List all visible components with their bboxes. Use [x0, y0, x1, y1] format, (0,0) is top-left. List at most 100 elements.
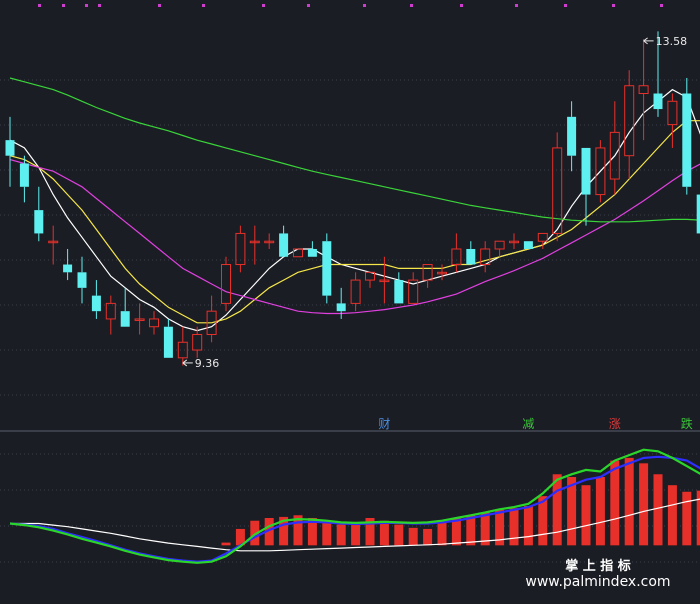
candle-body: [653, 93, 663, 110]
candle: [567, 101, 577, 172]
main-panel-grid: [0, 79, 700, 396]
top-marker: [410, 4, 413, 7]
candle: [379, 256, 390, 304]
event-tag: 财: [378, 417, 390, 431]
top-marker: [98, 4, 101, 7]
indicator-bar: [423, 528, 433, 546]
candle: [667, 93, 678, 148]
candle: [307, 241, 317, 257]
annotation-label: 9.36: [195, 357, 220, 370]
candle-body: [451, 248, 462, 266]
candle: [134, 303, 145, 335]
candle: [105, 295, 116, 335]
top-marker: [660, 4, 663, 7]
candle: [394, 272, 404, 304]
candle: [63, 248, 73, 281]
ma-line: [9, 77, 700, 223]
watermark-line2: www.palmindex.com: [525, 574, 670, 590]
indicator-bar: [509, 508, 519, 546]
top-marker: [85, 4, 88, 7]
candle: [322, 233, 332, 304]
candle-body: [466, 248, 476, 265]
candle-body: [523, 241, 533, 249]
indicator-bar: [408, 527, 418, 546]
candle-body: [350, 279, 361, 304]
candle: [537, 232, 548, 249]
top-marker: [515, 4, 518, 7]
candle: [279, 225, 289, 257]
top-marker: [202, 4, 205, 7]
indicator-bar: [466, 515, 476, 546]
candle: [408, 272, 419, 304]
top-marker: [564, 4, 567, 7]
price-annotations: 13.58 9.36: [182, 35, 688, 370]
candle-body: [163, 326, 173, 358]
candle-body: [667, 100, 678, 126]
candle-body: [567, 116, 577, 156]
top-marker: [262, 4, 265, 7]
indicator-bar: [351, 523, 361, 546]
annotation-label: 13.58: [656, 35, 688, 48]
indicator-bar: [394, 524, 404, 546]
candle-body: [394, 280, 404, 304]
top-marker: [363, 4, 366, 7]
top-marker: [158, 4, 161, 7]
candle-body: [5, 140, 15, 156]
indicator-bar: [322, 522, 332, 546]
event-tag: 跌: [681, 416, 693, 431]
candle: [581, 147, 591, 226]
moving-average-lines: [9, 77, 700, 332]
candle-body: [494, 240, 505, 250]
candle-body: [638, 85, 649, 95]
candle-body: [279, 233, 289, 257]
indicator-bar: [523, 505, 533, 546]
indicator-bar: [437, 522, 447, 546]
candle: [177, 326, 188, 366]
candle: [206, 295, 217, 343]
indicator-bar: [682, 491, 692, 546]
candle-body: [624, 85, 635, 157]
candle-body: [422, 264, 433, 281]
candle-body: [91, 295, 101, 312]
candle: [77, 256, 87, 304]
indicator-bars: [221, 457, 700, 546]
candle-body: [177, 341, 188, 359]
candle-body: [63, 264, 73, 273]
top-marker: [62, 4, 65, 7]
indicator-bar: [610, 460, 620, 546]
candle: [249, 225, 260, 265]
candle-body: [34, 210, 44, 234]
candle: [365, 271, 375, 288]
candle: [494, 240, 505, 257]
top-marker: [307, 4, 310, 7]
candle-body: [77, 272, 87, 288]
candle: [264, 233, 275, 249]
candle: [336, 287, 346, 319]
candle: [682, 77, 692, 195]
indicator-bar: [336, 524, 346, 546]
top-marker: [38, 4, 41, 7]
indicator-bar: [595, 477, 605, 546]
indicator-bar: [624, 457, 634, 546]
candle-body: [120, 311, 130, 327]
top-marker: [460, 4, 463, 7]
candle: [34, 186, 44, 242]
candle: [120, 287, 130, 327]
candle: [91, 280, 101, 319]
indicator-bar: [221, 542, 231, 546]
candle-body: [307, 248, 317, 257]
candle-body: [682, 93, 692, 187]
top-marker: [612, 4, 615, 7]
indicator-bar: [552, 474, 562, 546]
candle-body: [322, 241, 332, 296]
event-tag: 减: [522, 417, 534, 431]
watermark: 掌 上 指 标 www.palmindex.com: [525, 558, 670, 590]
indicator-bar: [653, 474, 663, 546]
candle-body: [552, 147, 563, 234]
indicator-bar: [667, 485, 677, 546]
candle-body: [221, 264, 231, 304]
ma-line: [9, 159, 700, 315]
candle: [163, 318, 173, 358]
candle-body: [19, 163, 29, 187]
candle: [609, 101, 620, 195]
